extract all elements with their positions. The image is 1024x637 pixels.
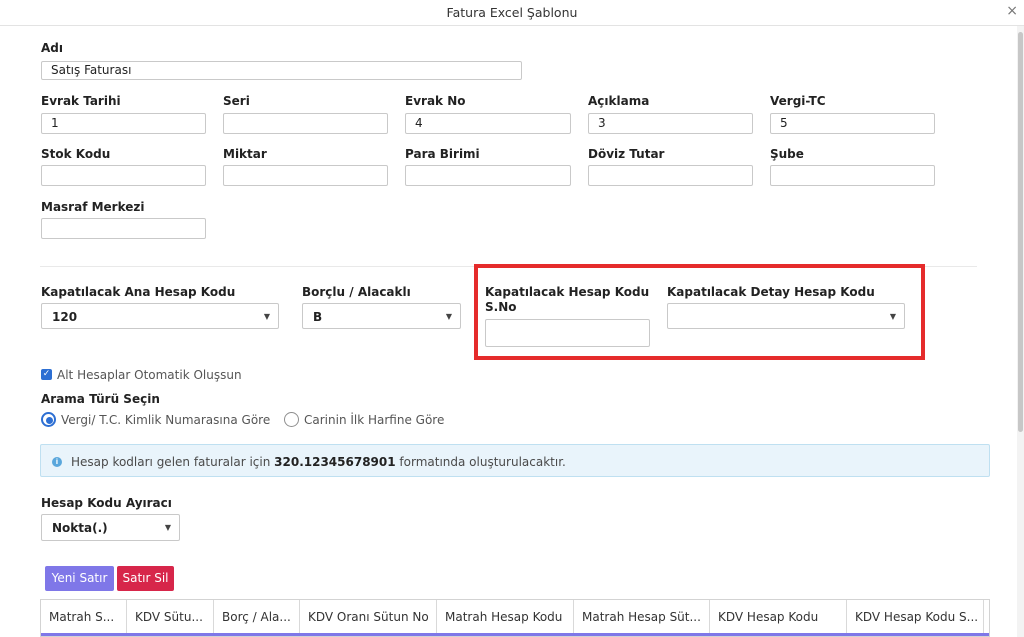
masraf-merkezi-label: Masraf Merkezi (41, 200, 145, 214)
new-row-button[interactable]: Yeni Satır (45, 566, 114, 591)
auto-sub-accounts-checkbox[interactable]: ✓ (41, 369, 52, 380)
grid-column-header[interactable]: KDV Oranı Sütun No (300, 600, 437, 633)
evrak-no-input[interactable]: 4 (405, 113, 571, 134)
vergi-tc-label: Vergi-TC (770, 94, 826, 108)
aciklama-input[interactable]: 3 (588, 113, 753, 134)
seri-input[interactable] (223, 113, 388, 134)
highlight-box (474, 264, 925, 360)
adi-input[interactable]: Satış Faturası (41, 61, 522, 80)
grid-column-header[interactable]: KDV Sütu... (127, 600, 214, 633)
table-row[interactable] (41, 633, 989, 636)
info-code: 320.12345678901 (274, 455, 396, 469)
sube-label: Şube (770, 147, 804, 161)
info-icon: i (52, 457, 62, 467)
close-icon[interactable]: × (1006, 3, 1018, 19)
ana-hesap-label: Kapatılacak Ana Hesap Kodu (41, 285, 236, 299)
auto-sub-accounts-label: Alt Hesaplar Otomatik Oluşsun (57, 368, 242, 382)
evrak-tarihi-input[interactable]: 1 (41, 113, 206, 134)
chevron-down-icon: ▼ (445, 312, 452, 321)
ana-hesap-select[interactable]: 120 ▼ (41, 303, 279, 329)
radio-vergi-tc[interactable] (41, 412, 56, 427)
grid-column-header[interactable]: Matrah Hesap Kodu (437, 600, 574, 633)
dialog-title: Fatura Excel Şablonu (446, 5, 578, 20)
grid-column-header[interactable]: Borç / Ala... (214, 600, 300, 633)
separator-label: Hesap Kodu Ayıracı (41, 496, 172, 510)
stok-kodu-label: Stok Kodu (41, 147, 111, 161)
dialog-titlebar: Fatura Excel Şablonu × (0, 0, 1024, 26)
para-birimi-input[interactable] (405, 165, 571, 186)
info-message: Hesap kodları gelen faturalar için 320.1… (71, 455, 566, 469)
chevron-down-icon: ▼ (263, 312, 270, 321)
search-type-label: Arama Türü Seçin (41, 392, 160, 406)
stok-kodu-input[interactable] (41, 165, 206, 186)
grid-column-header[interactable]: KDV Hesap Kodu (710, 600, 847, 633)
para-birimi-label: Para Birimi (405, 147, 480, 161)
grid-header: Matrah S... KDV Sütu... Borç / Ala... KD… (41, 600, 989, 633)
radio-ilk-harf[interactable] (284, 412, 299, 427)
separator-value: Nokta(.) (52, 521, 108, 535)
aciklama-label: Açıklama (588, 94, 650, 108)
grid-column-header[interactable]: Matrah S... (41, 600, 127, 633)
borclu-alacakli-label: Borçlu / Alacaklı (302, 285, 411, 299)
evrak-tarihi-label: Evrak Tarihi (41, 94, 121, 108)
adi-label: Adı (41, 41, 63, 55)
evrak-no-label: Evrak No (405, 94, 466, 108)
miktar-label: Miktar (223, 147, 267, 161)
grid-column-header[interactable]: KDV Hesap Kodu S... (847, 600, 984, 633)
info-alert: i Hesap kodları gelen faturalar için 320… (40, 444, 990, 477)
borclu-alacakli-select[interactable]: B ▼ (302, 303, 461, 329)
scrollbar-thumb[interactable] (1018, 32, 1023, 432)
delete-row-button[interactable]: Satır Sil (117, 566, 174, 591)
sube-input[interactable] (770, 165, 935, 186)
ana-hesap-value: 120 (52, 310, 78, 324)
separator-select[interactable]: Nokta(.) ▼ (41, 514, 180, 541)
radio-ilk-harf-label: Carinin İlk Harfine Göre (304, 413, 445, 427)
radio-vergi-tc-label: Vergi/ T.C. Kimlik Numarasına Göre (61, 413, 271, 427)
grid-column-header[interactable]: Matrah Hesap Süt... (574, 600, 710, 633)
vergi-tc-input[interactable]: 5 (770, 113, 935, 134)
chevron-down-icon: ▼ (164, 523, 171, 532)
vertical-scrollbar[interactable] (1017, 26, 1024, 637)
doviz-tutar-label: Döviz Tutar (588, 147, 665, 161)
data-grid: Matrah S... KDV Sütu... Borç / Ala... KD… (40, 599, 990, 637)
masraf-merkezi-input[interactable] (41, 218, 206, 239)
seri-label: Seri (223, 94, 250, 108)
doviz-tutar-input[interactable] (588, 165, 753, 186)
borclu-alacakli-value: B (313, 310, 323, 324)
miktar-input[interactable] (223, 165, 388, 186)
